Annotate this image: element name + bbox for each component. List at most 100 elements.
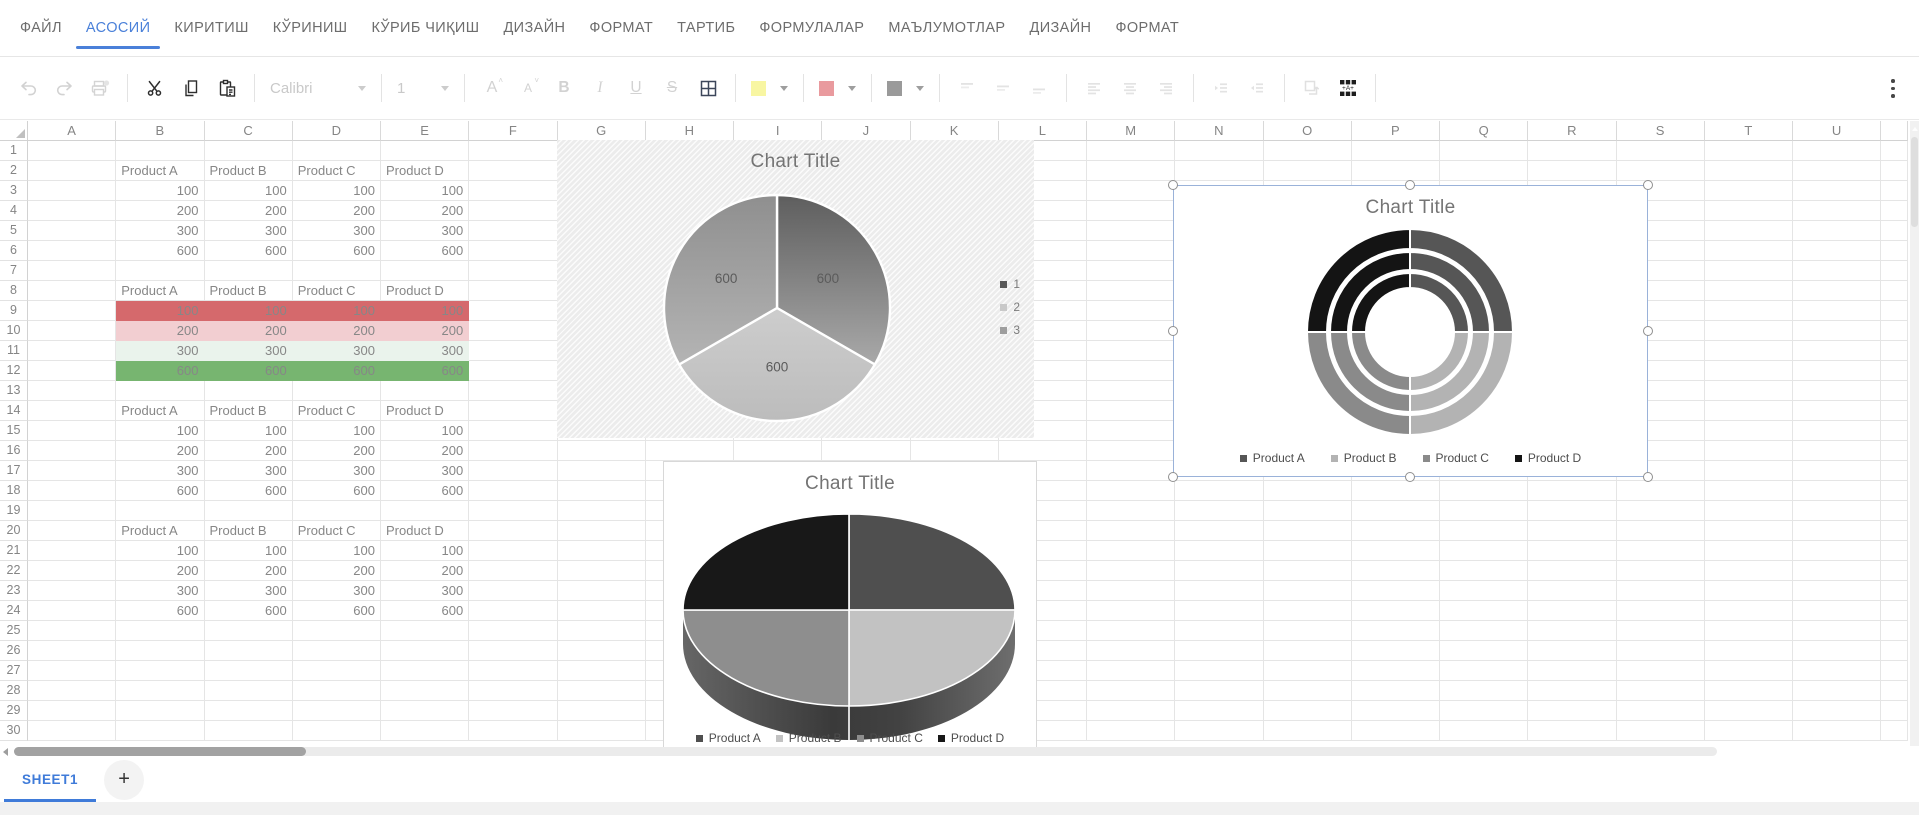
cell-O1[interactable] [1263,141,1352,161]
cell-partial-14[interactable] [1881,401,1909,421]
cell-T10[interactable] [1704,321,1793,341]
cell-B13[interactable] [116,381,205,401]
menu-tab-7[interactable]: ТАРТИБ [665,0,747,56]
table-format-button[interactable]: +A+ [1330,68,1366,108]
cell-F4[interactable] [469,201,558,221]
cell-P18[interactable] [1351,481,1440,501]
cell-partial-25[interactable] [1881,621,1909,641]
cell-C15[interactable]: 100 [204,421,293,441]
column-header-R[interactable]: R [1528,121,1617,141]
row-header-13[interactable]: 13 [0,381,28,401]
cell-M6[interactable] [1087,241,1176,261]
cell-F15[interactable] [469,421,558,441]
cell-C19[interactable] [204,501,293,521]
cell-G25[interactable] [557,621,646,641]
cell-F10[interactable] [469,321,558,341]
cell-E5[interactable]: 300 [381,221,470,241]
cell-N26[interactable] [1175,641,1264,661]
cell-T3[interactable] [1704,181,1793,201]
cell-A23[interactable] [28,581,117,601]
cell-C22[interactable]: 200 [204,561,293,581]
cell-O23[interactable] [1263,581,1352,601]
redo-button[interactable] [46,68,82,108]
cell-D4[interactable]: 200 [292,201,381,221]
add-sheet-button[interactable]: + [104,759,145,800]
cell-G30[interactable] [557,721,646,741]
cell-T20[interactable] [1704,521,1793,541]
cell-P27[interactable] [1351,661,1440,681]
cell-C10[interactable]: 200 [204,321,293,341]
cell-A13[interactable] [28,381,117,401]
cell-partial-22[interactable] [1881,561,1909,581]
cell-S19[interactable] [1616,501,1705,521]
cell-U17[interactable] [1793,461,1882,481]
cell-S2[interactable] [1616,161,1705,181]
cell-E2[interactable]: Product D [381,161,470,181]
cell-U18[interactable] [1793,481,1882,501]
cell-T24[interactable] [1704,601,1793,621]
cell-C24[interactable]: 600 [204,601,293,621]
cell-B18[interactable]: 600 [116,481,205,501]
cell-B23[interactable]: 300 [116,581,205,601]
font-size-select[interactable]: 1 [391,80,455,97]
cell-B4[interactable]: 200 [116,201,205,221]
menu-tab-9[interactable]: МАЪЛУМОТЛАР [876,0,1017,56]
cell-partial-13[interactable] [1881,381,1909,401]
cell-P28[interactable] [1351,681,1440,701]
cell-P20[interactable] [1351,521,1440,541]
cell-T4[interactable] [1704,201,1793,221]
cell-O18[interactable] [1263,481,1352,501]
row-header-5[interactable]: 5 [0,221,28,241]
select-all-corner[interactable] [0,121,28,141]
cell-E6[interactable]: 600 [381,241,470,261]
cell-T29[interactable] [1704,701,1793,721]
row-header-19[interactable]: 19 [0,501,28,521]
cell-Q19[interactable] [1440,501,1529,521]
cell-partial-26[interactable] [1881,641,1909,661]
horizontal-scrollbar[interactable] [14,747,1717,756]
cell-M1[interactable] [1087,141,1176,161]
decrease-indent-button[interactable] [1203,68,1239,108]
cell-R1[interactable] [1528,141,1617,161]
cell-P26[interactable] [1351,641,1440,661]
menu-tab-11[interactable]: ФОРМАТ [1103,0,1191,56]
cell-B25[interactable] [116,621,205,641]
cell-Q26[interactable] [1440,641,1529,661]
cell-T28[interactable] [1704,681,1793,701]
cell-A25[interactable] [28,621,117,641]
cell-T8[interactable] [1704,281,1793,301]
cell-T14[interactable] [1704,401,1793,421]
cell-O26[interactable] [1263,641,1352,661]
cell-B1[interactable] [116,141,205,161]
cell-A19[interactable] [28,501,117,521]
cell-F16[interactable] [469,441,558,461]
cell-B26[interactable] [116,641,205,661]
cell-G20[interactable] [557,521,646,541]
cell-U4[interactable] [1793,201,1882,221]
cell-T18[interactable] [1704,481,1793,501]
cell-T21[interactable] [1704,541,1793,561]
cell-M30[interactable] [1087,721,1176,741]
cell-E4[interactable]: 200 [381,201,470,221]
cell-P24[interactable] [1351,601,1440,621]
cell-N25[interactable] [1175,621,1264,641]
cell-E10[interactable]: 200 [381,321,470,341]
cell-T1[interactable] [1704,141,1793,161]
cell-A17[interactable] [28,461,117,481]
menu-tab-1[interactable]: АСОСИЙ [74,0,163,56]
cell-H16[interactable] [645,441,734,461]
cell-F9[interactable] [469,301,558,321]
row-header-9[interactable]: 9 [0,301,28,321]
cell-F12[interactable] [469,361,558,381]
cell-P2[interactable] [1351,161,1440,181]
cell-P1[interactable] [1351,141,1440,161]
cell-E28[interactable] [381,681,470,701]
cell-D18[interactable]: 600 [292,481,381,501]
cell-C2[interactable]: Product B [204,161,293,181]
row-header-11[interactable]: 11 [0,341,28,361]
row-header-12[interactable]: 12 [0,361,28,381]
cell-Q27[interactable] [1440,661,1529,681]
cell-G24[interactable] [557,601,646,621]
cell-A29[interactable] [28,701,117,721]
cell-B6[interactable]: 600 [116,241,205,261]
